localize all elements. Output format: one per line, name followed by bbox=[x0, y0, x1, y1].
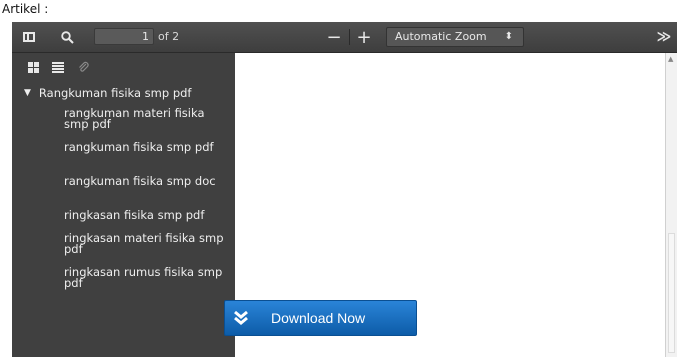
zoom-select[interactable]: Automatic Zoom ⬍ bbox=[386, 27, 524, 47]
thumbnails-icon bbox=[27, 61, 39, 73]
download-label: Download Now bbox=[271, 310, 366, 326]
sidebar-tabs bbox=[12, 53, 235, 81]
search-button[interactable] bbox=[54, 26, 80, 48]
sidebar-toggle-button[interactable] bbox=[16, 26, 42, 48]
zoom-value: Automatic Zoom bbox=[395, 30, 487, 43]
more-tools-button[interactable]: ≫ bbox=[652, 26, 676, 48]
sidebar-icon bbox=[23, 32, 35, 42]
outline-root-item[interactable]: ▼ Rangkuman fisika smp pdf bbox=[24, 86, 191, 100]
outline-root-label: Rangkuman fisika smp pdf bbox=[38, 86, 192, 100]
viewer-toolbar: 1 of 2 − + Automatic Zoom ⬍ ≫ bbox=[12, 22, 677, 53]
sidebar: ▼ Rangkuman fisika smp pdf rangkuman mat… bbox=[12, 53, 235, 357]
tab-outline[interactable] bbox=[47, 57, 69, 77]
zoom-out-button[interactable]: − bbox=[322, 26, 346, 48]
scroll-thumb[interactable] bbox=[668, 233, 675, 353]
paperclip-icon bbox=[79, 61, 89, 72]
tab-thumbnails[interactable] bbox=[22, 57, 44, 77]
download-now-button[interactable]: Download Now bbox=[224, 300, 417, 336]
zoom-separator bbox=[349, 29, 350, 45]
tab-attachments[interactable] bbox=[72, 57, 94, 77]
outline-item[interactable]: ringkasan rumus fisika smp pdf bbox=[64, 266, 224, 289]
article-label: Artikel : bbox=[2, 2, 49, 16]
search-icon bbox=[60, 30, 74, 44]
outline-item[interactable]: rangkuman fisika smp doc bbox=[64, 175, 224, 187]
outline-item[interactable]: rangkuman fisika smp pdf bbox=[64, 141, 224, 153]
vertical-scrollbar[interactable]: ▲ bbox=[665, 53, 677, 357]
expand-triangle-icon[interactable]: ▼ bbox=[24, 88, 31, 100]
outline-icon bbox=[52, 61, 64, 73]
select-chevron-icon: ⬍ bbox=[504, 31, 513, 42]
scroll-up-icon[interactable]: ▲ bbox=[668, 55, 673, 63]
zoom-in-button[interactable]: + bbox=[352, 26, 376, 48]
outline-item[interactable]: ringkasan materi fisika smp pdf bbox=[64, 232, 224, 255]
outline-item[interactable]: rangkuman materi fisika smp pdf bbox=[64, 107, 224, 130]
page-count: of 2 bbox=[158, 30, 180, 43]
download-icon bbox=[225, 301, 257, 335]
page-number-input[interactable]: 1 bbox=[94, 28, 154, 45]
outline-item[interactable]: ringkasan fisika smp pdf bbox=[64, 209, 224, 221]
